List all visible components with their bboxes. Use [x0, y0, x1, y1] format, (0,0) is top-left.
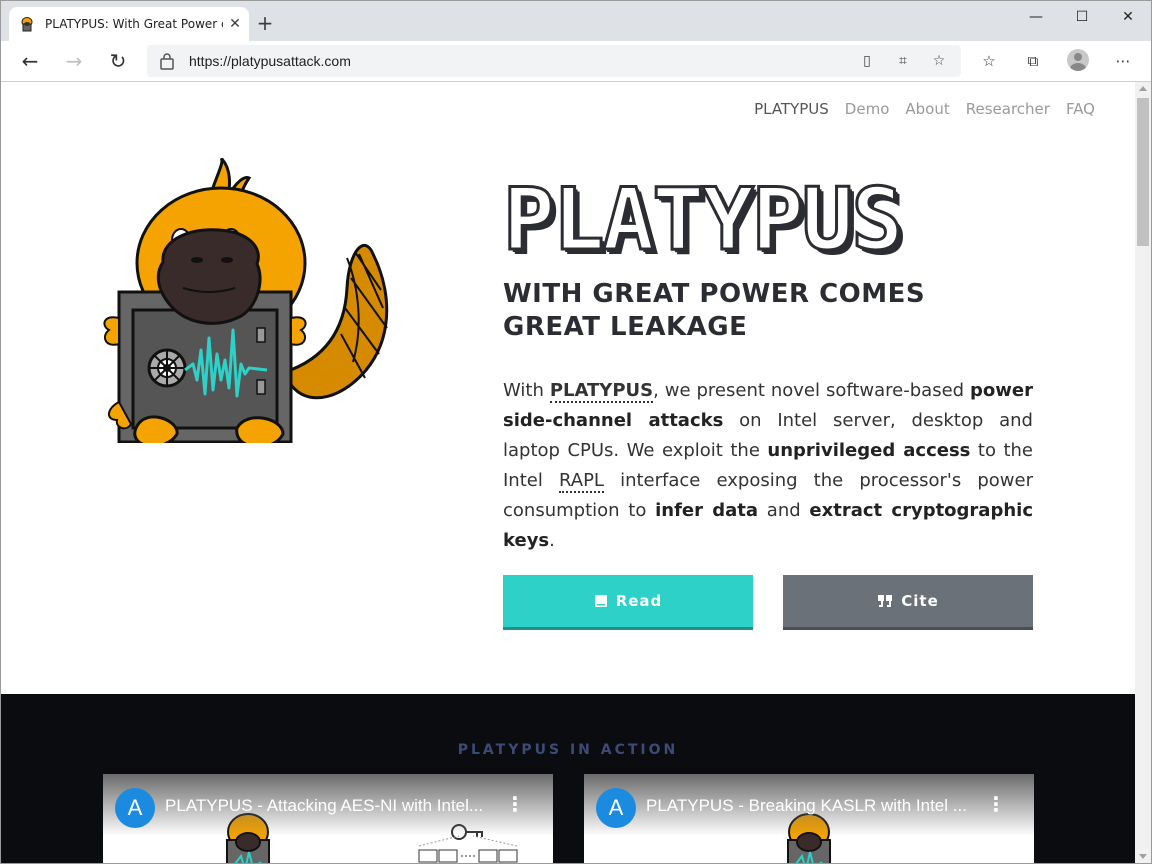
cite-button-label: Cite	[901, 592, 939, 610]
profile-avatar[interactable]	[1067, 49, 1089, 71]
collections-icon[interactable]: ⧉	[1021, 49, 1045, 73]
browser-tab[interactable]: PLATYPUS: With Great Power co ✕	[9, 7, 249, 41]
favorites-list-icon[interactable]: ☆	[977, 49, 1001, 73]
desc-text: , we present novel software-based	[653, 380, 971, 401]
video-title[interactable]: PLATYPUS - Breaking KASLR with Intel ...	[646, 796, 976, 816]
nav-researcher[interactable]: Researcher	[966, 100, 1050, 118]
read-button-label: Read	[615, 592, 663, 610]
nav-faq[interactable]: FAQ	[1066, 100, 1095, 118]
forward-arrow-icon[interactable]: →	[59, 47, 89, 75]
desc-text: .	[549, 530, 555, 551]
nav-platypus[interactable]: PLATYPUS	[754, 100, 829, 118]
scroll-thumb[interactable]	[1137, 98, 1149, 246]
platypus-favicon-icon	[21, 17, 33, 32]
tab-close-icon[interactable]: ✕	[227, 16, 243, 32]
site-nav: PLATYPUS Demo About Researcher FAQ	[754, 100, 1095, 118]
book-icon	[594, 595, 607, 607]
hero-tagline: WITH GREAT POWER COMES GREAT LEAKAGE	[503, 279, 926, 342]
desc-text: and	[758, 500, 810, 521]
url-text[interactable]: https://platypusattack.com	[189, 52, 351, 70]
title-bar: PLATYPUS: With Great Power co ✕ + — ☐ ✕	[1, 1, 1151, 41]
nav-about[interactable]: About	[905, 100, 949, 118]
read-button[interactable]: Read	[503, 575, 753, 630]
maximize-button[interactable]: ☐	[1059, 1, 1105, 33]
channel-avatar[interactable]: A	[596, 788, 636, 828]
browser-toolbar: ← → ↻ https://platypusattack.com ▯ ⌗ ☆ ☆…	[1, 41, 1151, 82]
quote-icon	[878, 595, 893, 607]
channel-avatar[interactable]: A	[115, 788, 155, 828]
platypus-in-action-section: PLATYPUS IN ACTION A PLATYPUS - Attackin…	[1, 694, 1135, 863]
lock-icon	[160, 53, 174, 70]
platypus-abbr: PLATYPUS	[549, 380, 654, 403]
favorite-star-icon[interactable]: ☆	[929, 51, 949, 71]
hero-description: With PLATYPUS, we present novel software…	[503, 376, 1033, 556]
video-more-icon[interactable]: ⋮	[505, 794, 525, 814]
desc-bold: infer data	[655, 500, 759, 521]
tab-title: PLATYPUS: With Great Power co	[45, 17, 223, 31]
vertical-scrollbar[interactable]	[1135, 82, 1151, 863]
rapl-abbr: RAPL	[558, 470, 604, 493]
platypus-mascot-logo	[103, 158, 389, 443]
desc-text: With	[503, 380, 550, 401]
video-title[interactable]: PLATYPUS - Attacking AES-NI with Intel..…	[165, 796, 495, 816]
scroll-up-arrow-icon[interactable]	[1139, 86, 1147, 91]
cite-button[interactable]: Cite	[783, 575, 1033, 630]
page-viewport: PLATYPUS Demo About Researcher FAQ PLATY…	[1, 82, 1135, 863]
nav-demo[interactable]: Demo	[845, 100, 890, 118]
video-embed-aes[interactable]: A PLATYPUS - Attacking AES-NI with Intel…	[103, 774, 553, 863]
translate-icon[interactable]: ⌗	[893, 51, 913, 71]
minimize-button[interactable]: —	[1013, 1, 1059, 33]
video-more-icon[interactable]: ⋮	[986, 794, 1006, 814]
hero-title: PLATYPUS	[502, 170, 905, 270]
section-heading: PLATYPUS IN ACTION	[457, 742, 679, 758]
new-tab-button[interactable]: +	[255, 13, 275, 33]
desc-bold: unprivileged access	[767, 440, 971, 461]
scroll-down-arrow-icon[interactable]	[1139, 854, 1147, 859]
refresh-icon[interactable]: ↻	[103, 47, 133, 75]
address-bar[interactable]: https://platypusattack.com ▯ ⌗ ☆	[147, 45, 961, 77]
video-embed-kaslr[interactable]: A PLATYPUS - Breaking KASLR with Intel .…	[584, 774, 1034, 863]
close-window-button[interactable]: ✕	[1105, 1, 1151, 33]
browser-window: PLATYPUS: With Great Power co ✕ + — ☐ ✕ …	[0, 0, 1152, 864]
back-arrow-icon[interactable]: ←	[15, 47, 45, 75]
more-menu-icon[interactable]: ⋯	[1111, 49, 1135, 73]
read-aloud-icon[interactable]: ▯	[857, 51, 877, 71]
